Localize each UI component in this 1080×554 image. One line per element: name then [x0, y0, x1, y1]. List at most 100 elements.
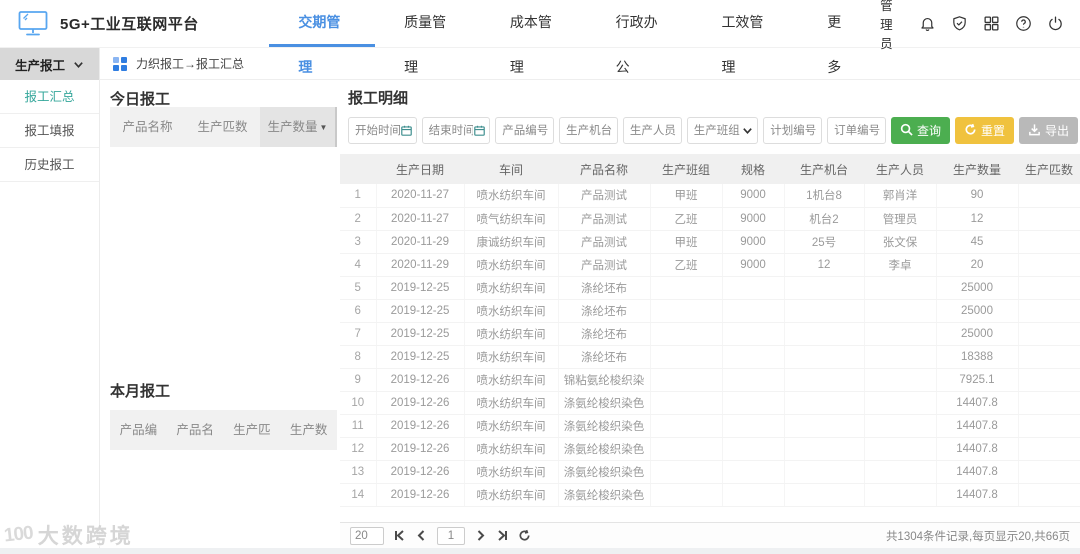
nav-tab[interactable]: 更多 — [798, 0, 880, 75]
table-cell — [1018, 184, 1080, 208]
table-cell — [722, 460, 785, 484]
table-row[interactable]: 3 2020-11-29 康诚纺织车间 产品测试 甲班 9000 25号 张文保 45 — [340, 230, 1080, 254]
table-cell — [784, 460, 865, 484]
current-user[interactable]: 管理员 — [880, 0, 904, 52]
reset-icon — [964, 123, 977, 139]
table-row[interactable]: 13 2019-12-26 喷水纺织车间 涤氨纶梭织染色 14407.8 — [340, 460, 1080, 484]
nav-tab[interactable]: 质量管理 — [375, 0, 481, 75]
table-cell: 14407.8 — [936, 414, 1019, 438]
page-size-input[interactable] — [350, 526, 384, 545]
refresh-icon[interactable] — [518, 529, 531, 542]
table-row[interactable]: 9 2019-12-26 喷水纺织车间 锦粘氨纶梭织染 7925.1 — [340, 368, 1080, 392]
next-page-button[interactable] — [474, 529, 487, 542]
today-header-cell[interactable]: 生产匹数 — [185, 107, 260, 147]
today-header-cell[interactable]: 生产数量 ▼ — [260, 107, 337, 147]
table-cell: 25000 — [936, 322, 1019, 346]
table-cell — [1018, 414, 1080, 438]
table-row[interactable]: 12 2019-12-26 喷水纺织车间 涤氨纶梭织染色 14407.8 — [340, 437, 1080, 461]
sidebar-item[interactable]: 历史报工 — [0, 148, 99, 182]
table-cell — [722, 414, 785, 438]
reset-button-label: 重置 — [980, 124, 1005, 138]
export-button[interactable]: 导出 — [1018, 117, 1078, 144]
search-icon — [900, 123, 913, 139]
sidebar: 生产报工 报工汇总 报工填报 历史报工 — [0, 48, 100, 554]
filter-input[interactable] — [828, 118, 885, 143]
sidebar-item[interactable]: 报工汇总 — [0, 80, 99, 114]
filter-input[interactable] — [349, 118, 416, 143]
table-cell: 2020-11-27 — [376, 184, 465, 208]
table-row[interactable]: 8 2019-12-25 喷水纺织车间 涤纶坯布 18388 — [340, 345, 1080, 369]
nav-tab[interactable]: 工效管理 — [692, 0, 798, 75]
table-cell: 25000 — [936, 276, 1019, 300]
table-cell: 涤氨纶梭织染色 — [558, 437, 651, 461]
filter-input[interactable] — [496, 118, 554, 143]
shield-check-icon[interactable] — [951, 15, 968, 32]
table-cell: 14407.8 — [936, 391, 1019, 415]
table-cell — [784, 414, 865, 438]
table-cell: 25000 — [936, 299, 1019, 323]
table-cell: 2019-12-26 — [376, 460, 465, 484]
table-cell — [784, 483, 865, 507]
table-row[interactable]: 7 2019-12-25 喷水纺织车间 涤纶坯布 25000 — [340, 322, 1080, 346]
prev-page-button[interactable] — [415, 529, 428, 542]
table-cell: 喷水纺织车间 — [464, 276, 559, 300]
table-cell: 12 — [340, 437, 377, 461]
report-table: 生产日期 车间 产品名称 生产班组 规格 生产机台 生产人员 生产数量 生产匹数 1 2020-1… — [340, 154, 1080, 507]
apps-grid-icon[interactable] — [983, 15, 1000, 32]
table-cell: 45 — [936, 230, 1019, 254]
month-header-cell[interactable]: 生产匹 — [224, 410, 281, 450]
table-cell — [864, 483, 937, 507]
table-row[interactable]: 10 2019-12-26 喷水纺织车间 涤氨纶梭织染色 14407.8 — [340, 391, 1080, 415]
table-cell — [650, 299, 723, 323]
power-icon[interactable] — [1047, 15, 1064, 32]
first-page-button[interactable] — [393, 529, 406, 542]
sidebar-item[interactable]: 报工填报 — [0, 114, 99, 148]
filter-input[interactable] — [623, 118, 681, 143]
table-row[interactable]: 5 2019-12-25 喷水纺织车间 涤纶坯布 25000 — [340, 276, 1080, 300]
table-cell — [784, 276, 865, 300]
table-cell: 喷水纺织车间 — [464, 483, 559, 507]
table-row[interactable]: 6 2019-12-25 喷水纺织车间 涤纶坯布 25000 — [340, 299, 1080, 323]
month-header-cell[interactable]: 生产数 — [280, 410, 337, 450]
column-header: 车间 — [464, 154, 558, 184]
table-cell — [784, 391, 865, 415]
table-row[interactable]: 11 2019-12-26 喷水纺织车间 涤氨纶梭织染色 14407.8 — [340, 414, 1080, 438]
table-cell: 14407.8 — [936, 437, 1019, 461]
table-cell: 5 — [340, 276, 377, 300]
help-icon[interactable] — [1015, 15, 1032, 32]
search-button[interactable]: 查询 — [890, 117, 950, 144]
filter-input[interactable] — [422, 118, 490, 143]
pagination-summary: 共1304条件记录,每页显示20,共66页 — [885, 530, 1070, 543]
export-button-label: 导出 — [1044, 124, 1069, 138]
platform-logo-icon — [18, 10, 48, 37]
table-cell: 9000 — [722, 253, 785, 277]
table-row[interactable]: 2 2020-11-27 喷气纺织车间 产品测试 乙班 9000 机台2 管理员 12 — [340, 207, 1080, 231]
filter-row: 查询 重置 导出 — [348, 117, 1078, 144]
table-row[interactable]: 4 2020-11-29 喷水纺织车间 产品测试 乙班 9000 12 李卓 20 — [340, 253, 1080, 277]
nav-tab[interactable]: 成本管理 — [481, 0, 587, 75]
nav-tab[interactable]: 行政办公 — [587, 0, 693, 75]
month-header-cell[interactable]: 产品名 — [167, 410, 224, 450]
sidebar-group-production-report[interactable]: 生产报工 — [0, 48, 99, 80]
month-header-cell[interactable]: 产品编 — [110, 410, 167, 450]
table-cell — [650, 276, 723, 300]
last-page-button[interactable] — [496, 529, 509, 542]
table-row[interactable]: 14 2019-12-26 喷水纺织车间 涤氨纶梭织染色 14407.8 — [340, 483, 1080, 507]
table-cell: 锦粘氨纶梭织染 — [558, 368, 651, 392]
table-cell: 2019-12-25 — [376, 322, 465, 346]
filter-input[interactable] — [764, 118, 822, 143]
table-cell: 2019-12-25 — [376, 276, 465, 300]
table-row[interactable]: 1 2020-11-27 喷水纺织车间 产品测试 甲班 9000 1机台8 郭肖洋 90 — [340, 184, 1080, 208]
bell-icon[interactable] — [919, 15, 936, 32]
filter-input[interactable] — [560, 118, 617, 143]
filter-input[interactable] — [687, 118, 758, 143]
table-cell: 乙班 — [650, 253, 723, 277]
table-cell — [864, 460, 937, 484]
sort-desc-icon: ▼ — [319, 123, 328, 132]
page-number-input[interactable] — [437, 526, 465, 545]
table-cell: 9000 — [722, 230, 785, 254]
sidebar-group-label: 生产报工 — [14, 58, 65, 73]
reset-button[interactable]: 重置 — [954, 117, 1014, 144]
today-header-cell[interactable]: 产品名称 — [110, 107, 185, 147]
nav-tab[interactable]: 交期管理 — [269, 0, 376, 75]
